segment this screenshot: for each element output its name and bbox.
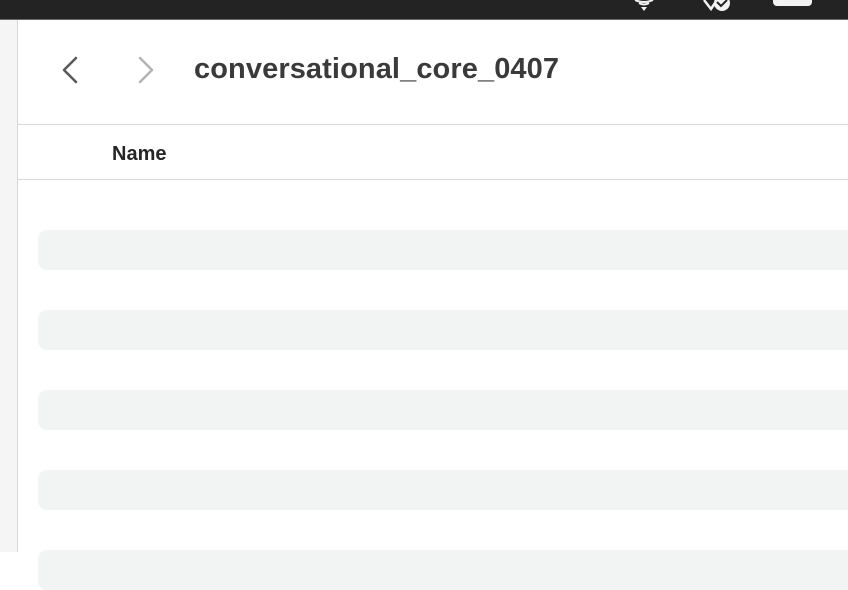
loading-placeholder-row — [38, 230, 848, 270]
loading-placeholder-row — [38, 550, 848, 590]
folder-title: conversational_core_0407 — [194, 53, 560, 85]
battery-icon[interactable] — [773, 0, 812, 6]
toolbar: conversational_core_0407 — [18, 20, 848, 125]
chevron-right-icon — [138, 56, 154, 84]
wifi-icon[interactable] — [632, 0, 656, 12]
loading-placeholder-row — [38, 470, 848, 510]
chevron-left-icon — [62, 56, 78, 84]
back-button[interactable] — [55, 53, 89, 87]
system-menu-bar — [0, 0, 848, 19]
loading-placeholder-row — [38, 310, 848, 350]
loading-placeholder-row — [38, 390, 848, 430]
finder-window: conversational_core_0407 Name — [18, 20, 848, 590]
siri-icon[interactable] — [702, 0, 736, 12]
column-header-row: Name — [18, 125, 848, 180]
column-header-name[interactable]: Name — [112, 143, 166, 166]
sidebar-edge — [0, 20, 18, 552]
forward-button[interactable] — [127, 53, 161, 87]
